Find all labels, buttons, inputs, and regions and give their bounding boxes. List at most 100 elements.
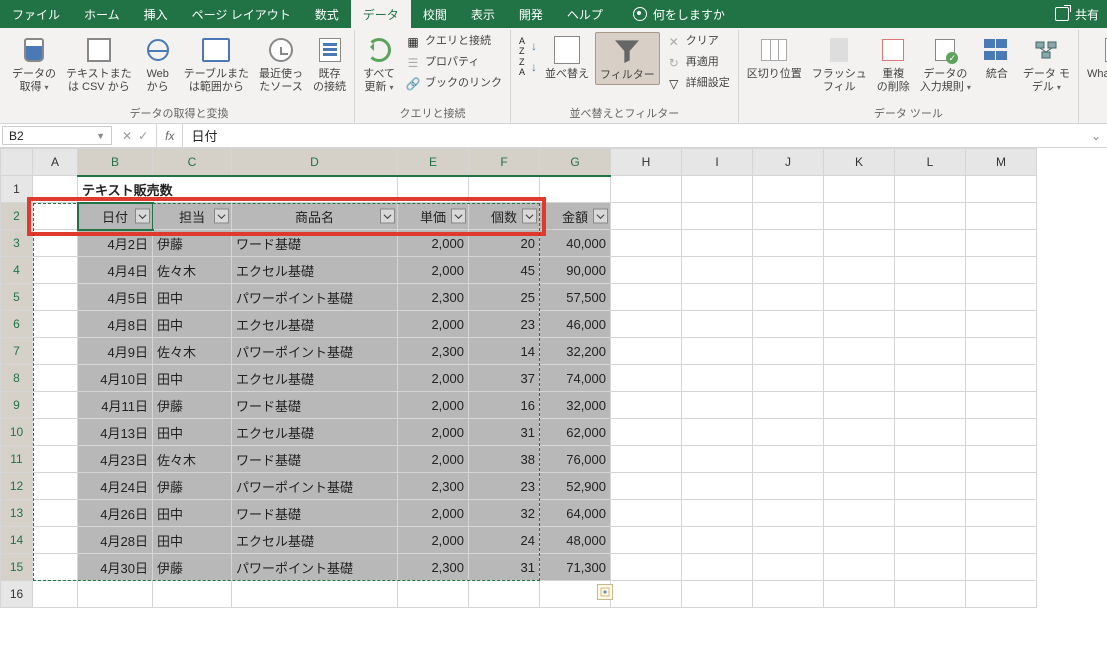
table-cell[interactable]: 23 <box>469 473 540 500</box>
table-cell[interactable]: 2,300 <box>398 284 469 311</box>
table-cell[interactable]: 田中 <box>153 365 232 392</box>
filter-dropdown-button[interactable] <box>522 209 537 224</box>
table-cell[interactable]: パワーポイント基礎 <box>232 473 398 500</box>
cell[interactable] <box>966 419 1037 446</box>
table-cell[interactable]: 伊藤 <box>153 473 232 500</box>
cell[interactable] <box>895 203 966 230</box>
cell[interactable] <box>895 419 966 446</box>
filter-dropdown-button[interactable] <box>135 209 150 224</box>
cell[interactable] <box>966 473 1037 500</box>
cell[interactable] <box>611 176 682 203</box>
cell[interactable] <box>895 257 966 284</box>
table-cell[interactable]: 4月11日 <box>78 392 153 419</box>
reapply-filter-button[interactable]: ↻再適用 <box>662 53 734 73</box>
cell[interactable] <box>753 446 824 473</box>
table-cell[interactable]: 4月26日 <box>78 500 153 527</box>
whatif-button[interactable]: What-If 分析▾ <box>1083 32 1107 96</box>
cell[interactable] <box>611 284 682 311</box>
cell[interactable] <box>753 554 824 581</box>
table-cell[interactable]: 32,200 <box>540 338 611 365</box>
table-cell[interactable]: 2,300 <box>398 338 469 365</box>
cell[interactable] <box>33 230 78 257</box>
recent-sources-button[interactable]: 最近使っ たソース <box>255 32 307 96</box>
from-text-csv-button[interactable]: テキストまた は CSV から <box>62 32 136 96</box>
cell[interactable] <box>611 257 682 284</box>
cell[interactable] <box>33 419 78 446</box>
table-cell[interactable]: エクセル基礎 <box>232 311 398 338</box>
cell[interactable] <box>895 473 966 500</box>
cell[interactable] <box>824 176 895 203</box>
share-label[interactable]: 共有 <box>1075 6 1099 23</box>
properties-button[interactable]: ☰プロパティ <box>401 53 506 73</box>
table-cell[interactable]: 田中 <box>153 284 232 311</box>
cell[interactable] <box>966 581 1037 608</box>
cell[interactable] <box>682 581 753 608</box>
existing-connections-button[interactable]: 既存 の接続 <box>309 32 350 96</box>
cell[interactable] <box>611 527 682 554</box>
cell[interactable] <box>824 392 895 419</box>
table-cell[interactable]: 38 <box>469 446 540 473</box>
cell[interactable] <box>824 257 895 284</box>
cell[interactable] <box>753 257 824 284</box>
row-header[interactable]: 14 <box>1 527 33 554</box>
table-cell[interactable]: 2,000 <box>398 257 469 284</box>
cell[interactable] <box>753 176 824 203</box>
cell[interactable] <box>611 365 682 392</box>
column-header-E[interactable]: E <box>398 149 469 176</box>
table-header-cell[interactable]: 商品名 <box>232 203 398 230</box>
row-header[interactable]: 1 <box>1 176 33 203</box>
cell[interactable] <box>682 392 753 419</box>
cell[interactable] <box>966 284 1037 311</box>
cell[interactable] <box>682 311 753 338</box>
table-header-cell[interactable]: 個数 <box>469 203 540 230</box>
table-cell[interactable]: 62,000 <box>540 419 611 446</box>
smart-tag-icon[interactable] <box>597 584 613 600</box>
data-validation-button[interactable]: データの 入力規則 ▾ <box>916 32 975 96</box>
filter-dropdown-button[interactable] <box>451 209 466 224</box>
workbook-links-button[interactable]: 🔗ブックのリンク <box>401 74 506 94</box>
column-header-F[interactable]: F <box>469 149 540 176</box>
table-cell[interactable]: 48,000 <box>540 527 611 554</box>
cell[interactable] <box>895 365 966 392</box>
cell[interactable] <box>611 203 682 230</box>
table-cell[interactable]: 31 <box>469 554 540 581</box>
cell[interactable] <box>966 257 1037 284</box>
cell[interactable] <box>753 392 824 419</box>
cell[interactable] <box>682 473 753 500</box>
row-header[interactable]: 5 <box>1 284 33 311</box>
table-cell[interactable]: 伊藤 <box>153 554 232 581</box>
table-cell[interactable]: 46,000 <box>540 311 611 338</box>
cell[interactable] <box>611 581 682 608</box>
cell[interactable] <box>895 176 966 203</box>
from-web-button[interactable]: Web から <box>138 32 178 96</box>
cell[interactable] <box>682 365 753 392</box>
cell[interactable] <box>153 581 232 608</box>
column-header-I[interactable]: I <box>682 149 753 176</box>
cell[interactable] <box>824 365 895 392</box>
cell[interactable] <box>895 554 966 581</box>
menu-tab-データ[interactable]: データ <box>351 0 411 28</box>
table-cell[interactable]: ワード基礎 <box>232 446 398 473</box>
clear-filter-button[interactable]: ✕クリア <box>662 32 734 52</box>
column-header-D[interactable]: D <box>232 149 398 176</box>
cell[interactable] <box>966 230 1037 257</box>
table-cell[interactable]: 31 <box>469 419 540 446</box>
table-cell[interactable]: 4月30日 <box>78 554 153 581</box>
table-cell[interactable]: パワーポイント基礎 <box>232 284 398 311</box>
row-header[interactable]: 11 <box>1 446 33 473</box>
name-box[interactable]: B2▼ <box>2 126 112 145</box>
cell[interactable] <box>824 527 895 554</box>
table-cell[interactable]: 2,000 <box>398 365 469 392</box>
menu-tab-ヘルプ[interactable]: ヘルプ <box>555 0 615 28</box>
column-header-G[interactable]: G <box>540 149 611 176</box>
table-cell[interactable]: 佐々木 <box>153 257 232 284</box>
cell[interactable] <box>469 176 540 203</box>
table-cell[interactable]: ワード基礎 <box>232 392 398 419</box>
formula-input[interactable]: 日付 <box>183 124 1084 147</box>
table-cell[interactable]: エクセル基礎 <box>232 419 398 446</box>
cell[interactable] <box>824 311 895 338</box>
cell[interactable] <box>824 203 895 230</box>
filter-dropdown-button[interactable] <box>214 209 229 224</box>
table-header-cell[interactable]: 金額 <box>540 203 611 230</box>
cell[interactable] <box>33 311 78 338</box>
